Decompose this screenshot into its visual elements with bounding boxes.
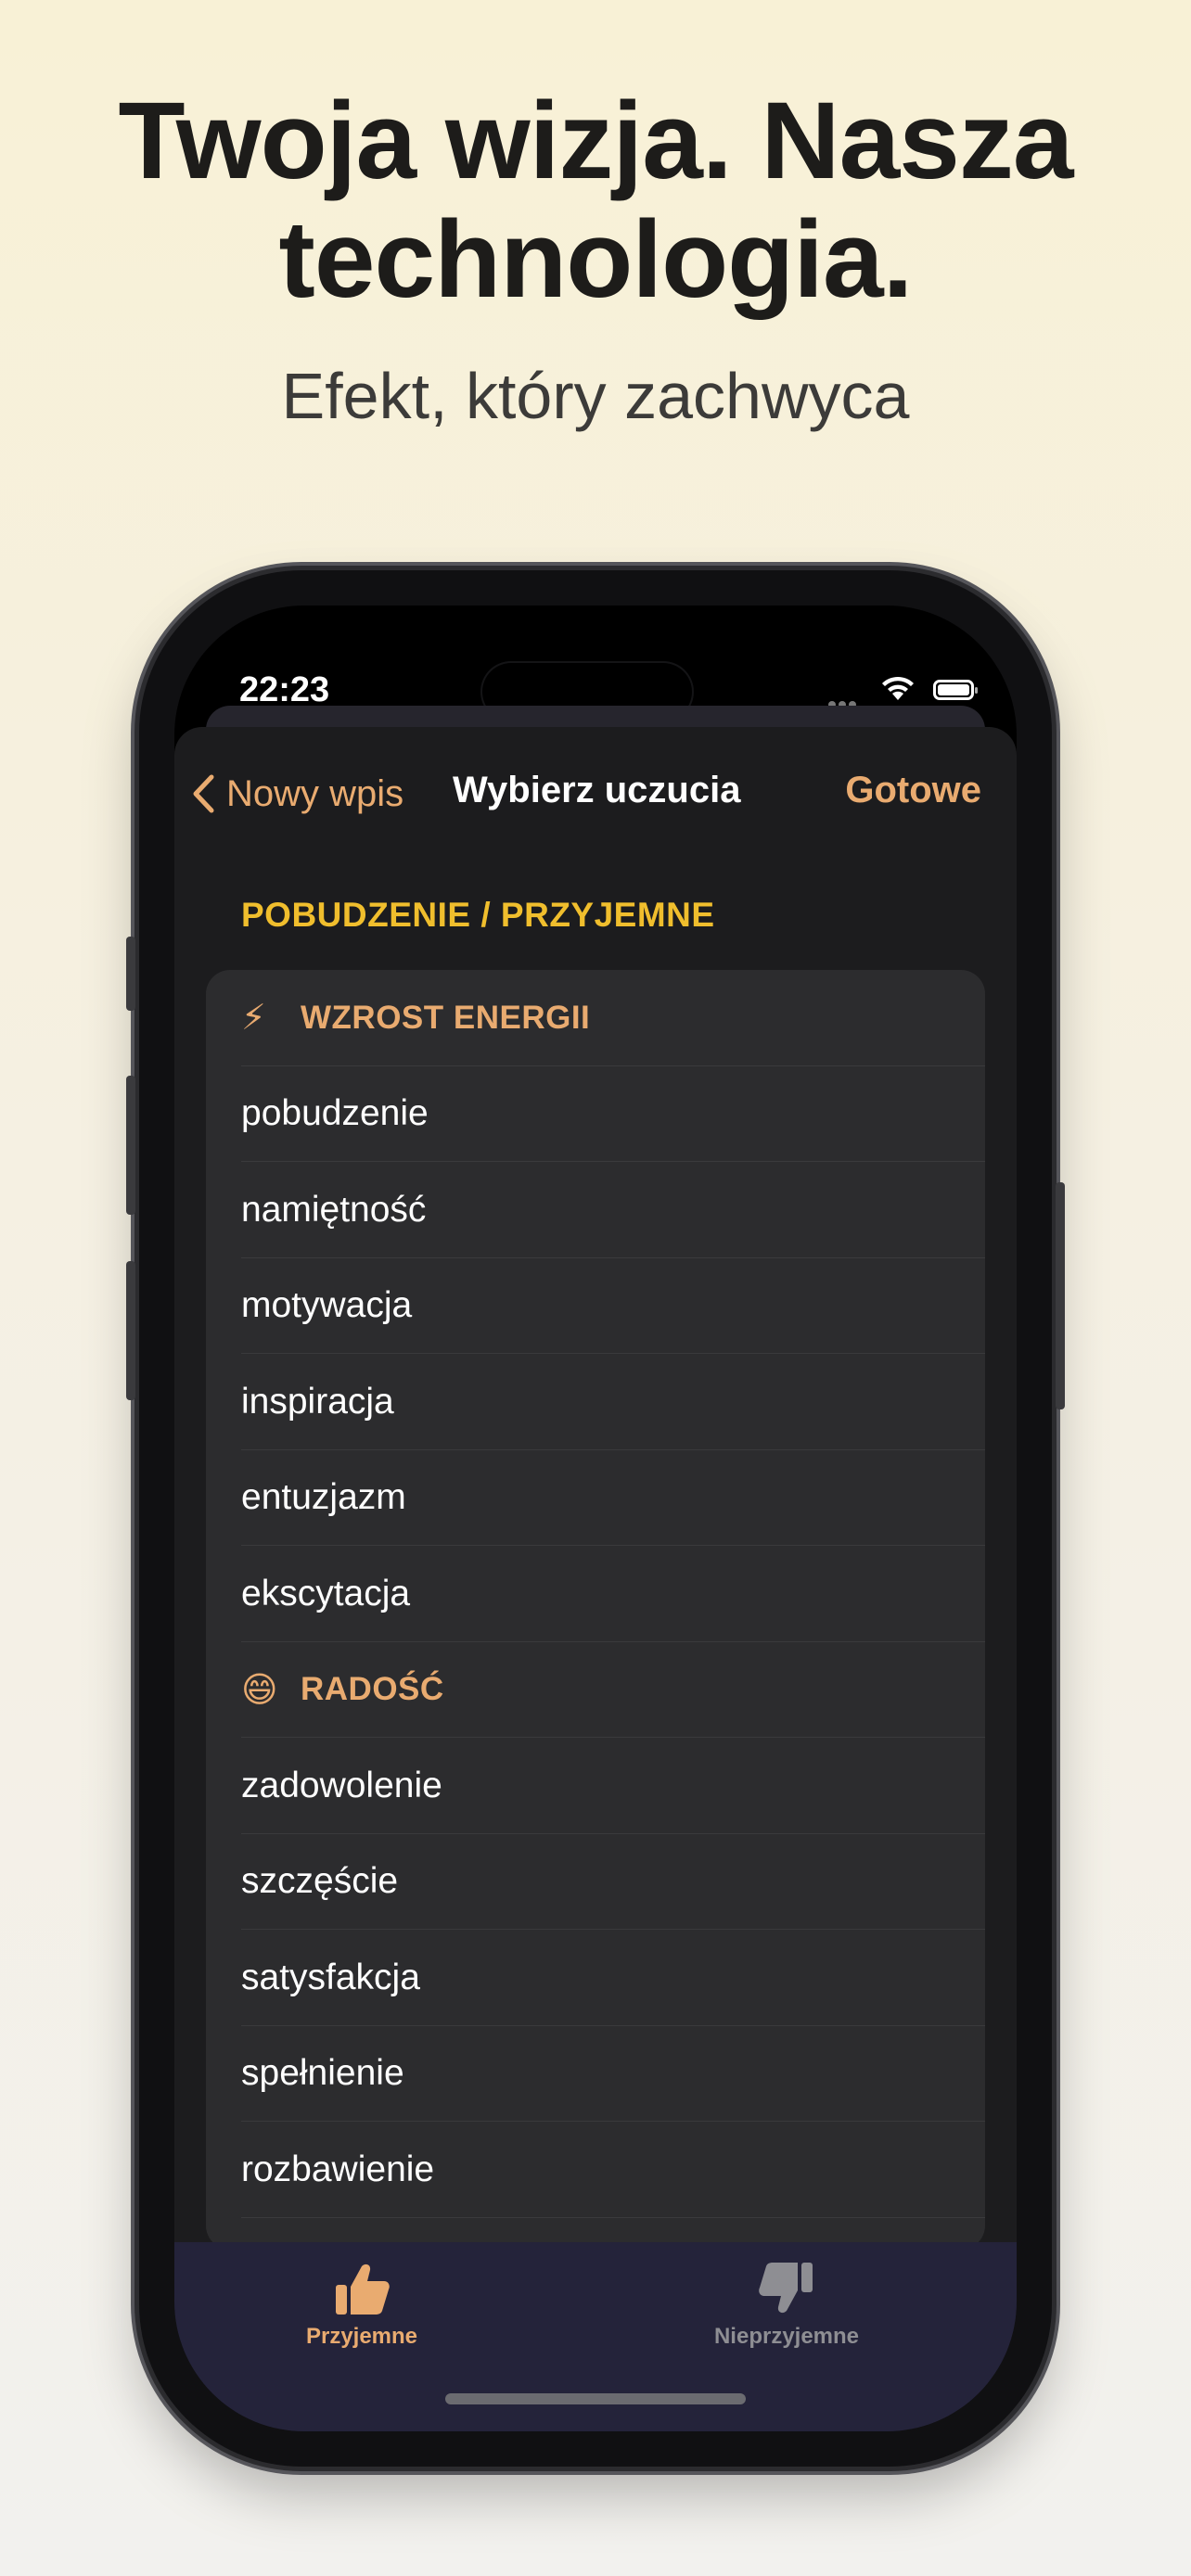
back-label: Nowy wpis <box>226 772 404 814</box>
battery-icon <box>933 680 978 700</box>
tab-pleasant[interactable]: Przyjemne <box>223 2242 501 2350</box>
feeling-item[interactable]: namiętność <box>206 1162 985 1258</box>
phone-frame: 22:23 Nowy wpis Wybierz uczucia Gotowe P… <box>126 570 1065 2467</box>
grinning-face-icon: 😄 <box>241 1670 279 1710</box>
thumbs-up-icon <box>336 2264 390 2315</box>
volume-up-button <box>126 1076 135 1215</box>
feeling-item[interactable]: zadowolenie <box>206 1738 985 1834</box>
feeling-item[interactable]: motywacja <box>206 1258 985 1355</box>
headline: Twoja wizja. Nasza technologia. <box>118 80 1073 321</box>
chevron-left-icon <box>193 774 214 813</box>
feeling-item[interactable]: satysfakcja <box>206 1930 985 2026</box>
feeling-item[interactable]: rozbawienie <box>206 2122 985 2218</box>
group-title: WZROST ENERGII <box>301 999 591 1036</box>
thumbs-down-icon <box>759 2263 813 2314</box>
group-title: RADOŚĆ <box>301 1671 444 1708</box>
feelings-list: ⚡ WZROST ENERGII pobudzenie namiętność m… <box>206 970 985 2250</box>
nav-title: Wybierz uczucia <box>453 770 741 810</box>
feelings-sheet: Nowy wpis Wybierz uczucia Gotowe POBUDZE… <box>174 727 1017 2431</box>
home-indicator[interactable] <box>445 2393 746 2404</box>
back-button[interactable]: Nowy wpis <box>191 766 403 822</box>
tab-label: Przyjemne <box>305 2324 418 2349</box>
tab-unpleasant[interactable]: Nieprzyjemne <box>647 2242 926 2350</box>
volume-down-button <box>126 1261 135 1400</box>
feeling-item[interactable]: szczęście <box>206 1834 985 1931</box>
feeling-item[interactable]: entuzjazm <box>206 1450 985 1547</box>
group-header-energy: ⚡ WZROST ENERGII <box>206 970 985 1066</box>
tab-label: Nieprzyjemne <box>713 2324 860 2349</box>
group-header-joy: 😄 RADOŚĆ <box>206 1642 985 1739</box>
mute-switch <box>126 937 135 1011</box>
signal-dots-icon <box>828 696 865 708</box>
feeling-item[interactable]: spełnienie <box>206 2026 985 2123</box>
feeling-item[interactable]: ekscytacja <box>206 1546 985 1642</box>
lightning-icon: ⚡ <box>241 999 267 1039</box>
feeling-item[interactable]: pobudzenie <box>206 1066 985 1163</box>
done-button[interactable]: Gotowe <box>845 770 981 811</box>
subhead: Efekt, który zachwyca <box>281 360 910 432</box>
section-title: POBUDZENIE / PRZYJEMNE <box>241 896 715 934</box>
screen: 22:23 Nowy wpis Wybierz uczucia Gotowe P… <box>174 606 1017 2431</box>
wifi-icon <box>882 676 914 700</box>
power-button <box>1056 1182 1065 1409</box>
status-time: 22:23 <box>239 670 330 709</box>
feeling-item[interactable]: inspiracja <box>206 1354 985 1450</box>
